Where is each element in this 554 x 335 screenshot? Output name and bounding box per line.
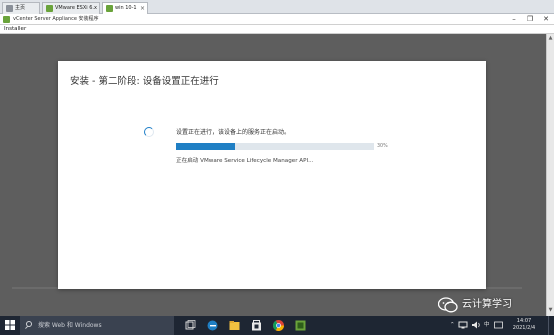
minimize-button[interactable]: – <box>506 14 522 25</box>
chrome-icon[interactable] <box>272 319 285 332</box>
tab-home-label: 主页 <box>15 5 26 11</box>
taskbar-clock[interactable]: 14:07 2021/2/4 <box>504 318 544 332</box>
task-view-icon[interactable] <box>184 319 197 332</box>
vcsa-app-icon <box>3 16 10 23</box>
watermark: 云计算学习 <box>438 296 548 314</box>
window-titlebar: vCenter Server Appliance 安装程序 – ❐ ✕ <box>0 14 554 25</box>
tab-esxi-label: VMware ESXi 6.x <box>55 5 97 11</box>
progress-bar-fill <box>176 143 236 150</box>
vertical-scrollbar[interactable]: ▲ ▼ <box>546 34 554 316</box>
keyboard-icon[interactable] <box>494 320 503 330</box>
tray-chevron-icon[interactable]: ⌃ <box>450 316 455 335</box>
windows-logo-icon <box>5 320 15 330</box>
home-icon <box>6 5 13 12</box>
window-title: vCenter Server Appliance 安装程序 <box>13 16 99 22</box>
search-placeholder: 搜索 Web 和 Windows <box>38 322 102 329</box>
clock-time: 14:07 <box>516 318 532 324</box>
scroll-down-icon[interactable]: ▼ <box>547 307 554 314</box>
store-icon[interactable] <box>250 319 263 332</box>
file-explorer-icon[interactable] <box>228 319 241 332</box>
installer-menu[interactable]: Installer <box>4 25 26 34</box>
volume-icon[interactable] <box>471 320 481 330</box>
ime-indicator[interactable]: 中 <box>484 316 490 335</box>
vcsa-installer-icon[interactable] <box>294 319 307 332</box>
tab-home[interactable]: 主页 <box>2 2 40 14</box>
progress-percentage: 30% <box>377 144 388 149</box>
show-desktop-button[interactable] <box>548 316 554 335</box>
stage2-progress-dialog: 安装 - 第二阶段: 设备设置正在进行 设置正在进行，该设备上的服务正在启动。 … <box>58 61 486 289</box>
tab-win10-label: win 10-1 <box>115 5 137 11</box>
progress-bar <box>176 143 374 150</box>
status-text: 设置正在进行，该设备上的服务正在启动。 <box>176 129 291 136</box>
search-icon <box>26 321 32 327</box>
tab-esxi[interactable]: VMware ESXi 6.x <box>42 2 100 14</box>
taskbar-search[interactable]: 搜索 Web 和 Windows <box>20 316 174 335</box>
substatus-text: 正在启动 VMware Service Lifecycle Manager AP… <box>176 158 314 164</box>
edge-icon[interactable] <box>206 319 219 332</box>
dialog-title: 安装 - 第二阶段: 设备设置正在进行 <box>70 76 219 87</box>
tab-win10[interactable]: win 10-1 × <box>102 2 148 14</box>
close-icon[interactable]: × <box>140 3 145 14</box>
watermark-text: 云计算学习 <box>462 299 512 310</box>
clock-date: 2021/2/4 <box>512 325 536 331</box>
vm-icon <box>106 5 113 12</box>
windows-taskbar: 搜索 Web 和 Windows ⌃ 中 14:07 2021/2/4 <box>0 316 554 335</box>
start-button[interactable] <box>0 316 20 335</box>
loading-spinner-icon <box>144 127 154 137</box>
close-button[interactable]: ✕ <box>538 14 554 25</box>
network-icon[interactable] <box>458 320 468 330</box>
scroll-up-icon[interactable]: ▲ <box>547 35 554 42</box>
client-tab-bar: 主页 VMware ESXi 6.x win 10-1 × <box>0 0 554 14</box>
wechat-logo-icon <box>438 297 458 313</box>
maximize-button[interactable]: ❐ <box>522 14 538 25</box>
vm-icon <box>46 5 53 12</box>
installer-menu-strip: Installer <box>0 25 554 34</box>
